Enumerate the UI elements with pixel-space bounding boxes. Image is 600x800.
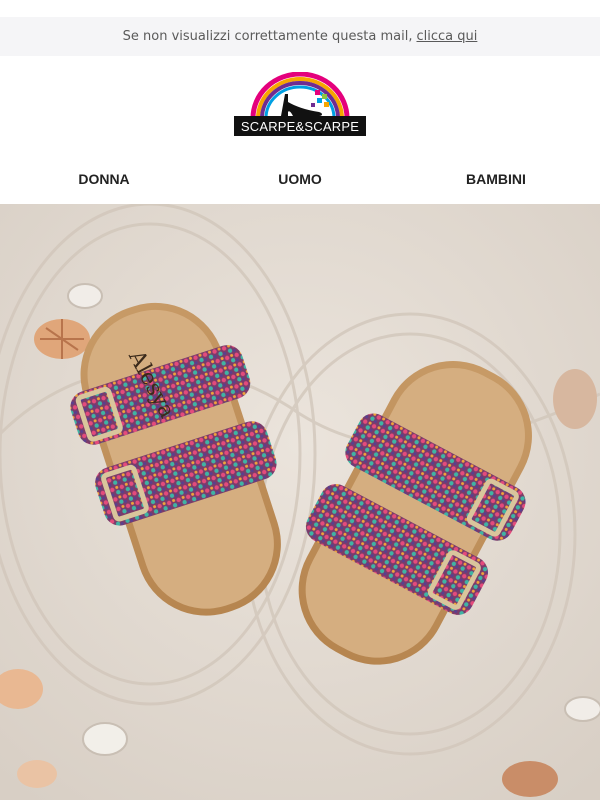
main-nav: DONNA UOMO BAMBINI xyxy=(0,164,600,194)
brand-logo[interactable]: SCARPE&SCARPE xyxy=(233,72,367,138)
preheader-text: Se non visualizzi correttamente questa m… xyxy=(122,29,413,44)
nav-item-uomo[interactable]: UOMO xyxy=(200,164,400,194)
logo-wordmark: SCARPE&SCARPE xyxy=(234,116,366,136)
nav-item-donna[interactable]: DONNA xyxy=(4,164,204,194)
hero-sandals-illustration: Alesya xyxy=(0,204,600,800)
view-in-browser-link[interactable]: clicca qui xyxy=(416,29,477,44)
nav-item-bambini[interactable]: BAMBINI xyxy=(396,164,596,194)
hero-image[interactable]: Alesya xyxy=(0,204,600,800)
preheader-bar: Se non visualizzi correttamente questa m… xyxy=(0,17,600,56)
